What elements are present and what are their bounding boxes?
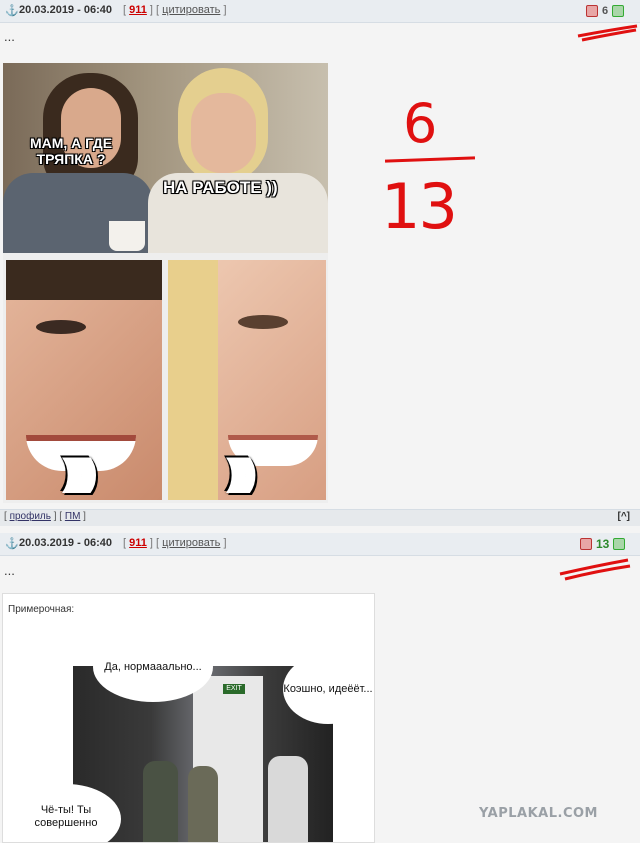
smile-left: )))))) xyxy=(62,452,98,494)
meme-bottom-left-panel: )))))) xyxy=(6,260,162,500)
comic-image: Примерочная: EXIT Да, нормааально... Коэ… xyxy=(2,593,375,843)
post-number-link[interactable]: 911 xyxy=(129,537,147,549)
post-body-text: ... xyxy=(4,563,15,578)
post-links: [ 911 ] [ цитировать ] xyxy=(123,537,227,549)
vote-plus-icon[interactable] xyxy=(613,538,626,550)
speech-bubble-1: Да, нормааально... xyxy=(93,632,213,702)
exit-sign: EXIT xyxy=(223,684,245,694)
post-footer: [ профиль ] [ ПМ ] [^] xyxy=(0,509,640,526)
comic-caption: Примерочная: xyxy=(8,604,75,615)
vote-minus-icon[interactable] xyxy=(580,538,592,550)
smile-right: ))))) xyxy=(226,452,257,494)
watermark: YAPLAKAL.COM xyxy=(479,806,598,821)
pm-link[interactable]: ПМ xyxy=(65,511,81,522)
meme-caption-left: МАМ, А ГДЕ ТРЯПКА ? xyxy=(29,135,113,167)
quote-link[interactable]: цитировать xyxy=(162,537,220,549)
meme-bottom-right-panel: ))))) xyxy=(168,260,326,500)
rating-widget: 13 xyxy=(580,536,626,552)
anchor-icon[interactable]: ⚓ xyxy=(5,537,19,550)
fraction-numerator: 6 xyxy=(403,92,438,155)
underline-scribble-1 xyxy=(577,24,638,42)
rating-score: 13 xyxy=(596,537,610,551)
meme-caption-right: НА РАБОТЕ )) xyxy=(163,178,278,197)
speech-bubble-2: Коэшно, идеёёт... xyxy=(283,654,373,724)
fraction-denominator: 13 xyxy=(381,170,458,243)
post-header-2: ⚓ 20.03.2019 - 06:40 [ 911 ] [ цитироват… xyxy=(0,533,640,556)
fraction-line xyxy=(384,156,476,163)
profile-link[interactable]: профиль xyxy=(10,511,51,522)
handwritten-score: 6 13 xyxy=(375,92,495,262)
meme-image: МАМ, А ГДЕ ТРЯПКА ? НА РАБОТЕ )) )))))) … xyxy=(3,63,328,503)
underline-scribble-2 xyxy=(559,558,631,581)
scroll-top-button[interactable]: [^] xyxy=(618,511,631,522)
meme-top-panel: МАМ, А ГДЕ ТРЯПКА ? НА РАБОТЕ )) xyxy=(3,63,328,253)
post-date: 20.03.2019 - 06:40 xyxy=(19,537,112,549)
footer-links: [ профиль ] [ ПМ ] xyxy=(4,511,86,522)
